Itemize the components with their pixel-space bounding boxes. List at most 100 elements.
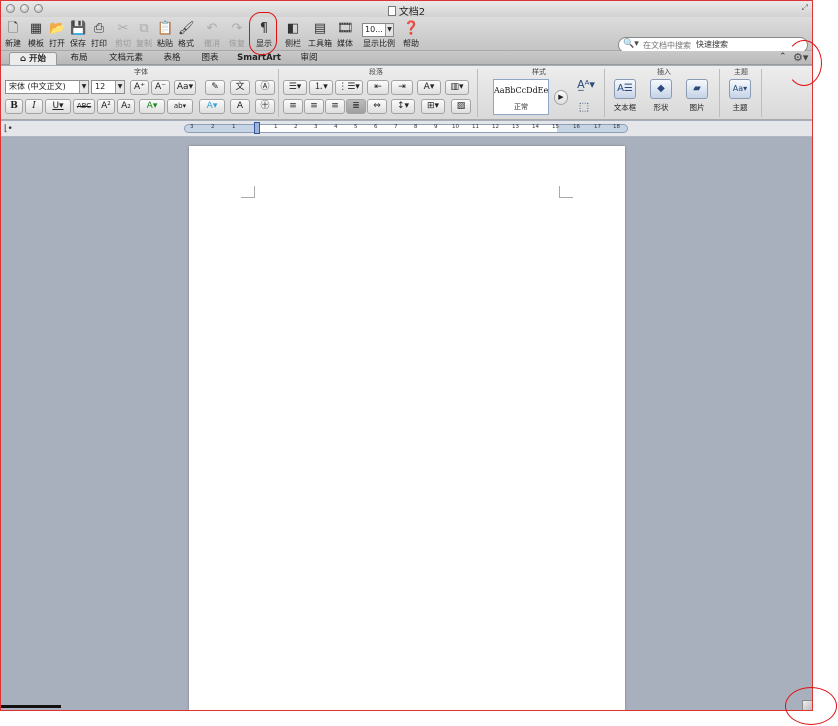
ruler-tick: 14 — [532, 124, 539, 130]
tab-charts[interactable]: 图表 — [193, 52, 227, 65]
collapse-ribbon-icon[interactable]: ⌃ — [779, 52, 787, 62]
picture-button[interactable]: ▰ 图片 — [681, 79, 713, 113]
font-name-select[interactable]: 宋体 (中文正文) ▼ — [5, 80, 89, 94]
font-size-select[interactable]: 12 ▼ — [91, 80, 125, 94]
show-formatting-button[interactable]: ¶ 显示 — [254, 21, 274, 51]
increase-indent-button[interactable]: ⇥ — [391, 80, 413, 95]
shapes-label: 形状 — [653, 103, 669, 112]
tab-stop-selector-icon[interactable]: ⌊• — [4, 124, 13, 134]
align-center-button[interactable]: ≡ — [304, 99, 324, 114]
tab-review[interactable]: 审阅 — [291, 52, 327, 65]
open-button[interactable]: 📂 打开 — [47, 21, 67, 51]
paste-button[interactable]: 📋 粘贴 — [155, 21, 175, 51]
shading-button[interactable]: ▨ — [451, 99, 471, 114]
horizontal-ruler[interactable]: 3 2 1 1 2 3 4 5 6 7 8 9 10 11 12 13 14 1… — [184, 122, 628, 134]
decrease-indent-button[interactable]: ⇤ — [367, 80, 389, 95]
text-box-button[interactable]: A☰ 文本框 — [609, 79, 641, 113]
undo-button[interactable]: ↶ 撤消 — [201, 21, 223, 51]
subscript-button[interactable]: A₂ — [117, 99, 135, 114]
phonetic-guide-button[interactable]: 文 — [230, 80, 250, 95]
bold-button[interactable]: B — [5, 99, 23, 114]
print-button[interactable]: ⎙ 打印 — [89, 21, 109, 51]
italic-button[interactable]: I — [25, 99, 43, 114]
subscript-icon: A₂ — [121, 101, 131, 111]
align-left-button[interactable]: ≡ — [283, 99, 303, 114]
help-button[interactable]: ❓ 帮助 — [401, 21, 421, 51]
tab-home[interactable]: ⌂ 开始 — [9, 52, 57, 65]
cut-button[interactable]: ✂ 剪切 — [113, 21, 133, 51]
themes-button[interactable]: Aa▾ 主题 — [723, 79, 757, 113]
text-box-icon: A☰ — [614, 79, 636, 99]
distributed-icon: ⇔ — [373, 101, 381, 111]
multilevel-list-button[interactable]: ⋮☰▾ — [335, 80, 363, 95]
redo-icon: ↷ — [231, 21, 243, 36]
borders-button[interactable]: ⊞▾ — [421, 99, 445, 114]
style-gallery[interactable]: AaBbCcDdEe 正常 — [493, 79, 549, 115]
line-spacing-button[interactable]: ↕▾ — [391, 99, 415, 114]
tab-smartart[interactable]: SmartArt — [231, 52, 287, 65]
ruler-tick: 15 — [552, 124, 559, 130]
tab-home-label: 开始 — [29, 54, 47, 64]
group-separator — [604, 69, 605, 117]
change-case-button[interactable]: Aa▾ — [174, 80, 196, 95]
document-canvas[interactable] — [1, 138, 812, 710]
zoom-select[interactable]: 10... ▼ — [362, 23, 394, 37]
align-right-button[interactable]: ≡ — [325, 99, 345, 114]
align-right-icon: ≡ — [331, 101, 339, 111]
new-button[interactable]: 🗋 新建 — [3, 21, 23, 51]
document-page[interactable] — [189, 146, 625, 710]
resize-grip-icon[interactable] — [802, 700, 812, 710]
text-direction-button[interactable]: A▾ — [417, 80, 441, 95]
ruler-tick: 3 — [190, 124, 194, 130]
tab-document-elements[interactable]: 文档元素 — [101, 52, 151, 65]
show-formatting-icon: ¶ — [259, 21, 269, 36]
numbering-button[interactable]: ⒈▾ — [309, 80, 333, 95]
chevron-down-icon: ▼ — [79, 81, 88, 93]
distributed-button[interactable]: ⇔ — [367, 99, 387, 114]
sidebar-button[interactable]: ◧ 侧栏 — [282, 21, 304, 51]
ruler-tick: 13 — [512, 124, 519, 130]
save-disk-icon: 💾 — [70, 21, 87, 36]
copy-button[interactable]: ⧉ 复制 — [134, 21, 154, 51]
template-button[interactable]: ▦ 模板 — [26, 21, 46, 51]
tab-layout[interactable]: 布局 — [61, 52, 97, 65]
character-shading-button[interactable]: A — [230, 99, 250, 114]
shapes-button[interactable]: ◆ 形状 — [645, 79, 677, 113]
styles-pane-button[interactable]: A̲ᴬ▾ — [575, 78, 597, 91]
redo-button[interactable]: ↷ 恢复 — [226, 21, 248, 51]
media-browser-button[interactable]: 🎞 媒体 — [335, 21, 355, 51]
manage-styles-button[interactable]: ⬚ — [575, 100, 593, 113]
grow-font-button[interactable]: A⁺ — [130, 80, 149, 95]
save-button[interactable]: 💾 保存 — [68, 21, 88, 51]
justify-button[interactable]: ≣ — [346, 99, 366, 114]
underline-icon: U▾ — [52, 101, 64, 111]
format-painter-button[interactable]: 🖌 格式 — [176, 21, 196, 51]
columns-button[interactable]: ▥▾ — [445, 80, 469, 95]
font-color-button[interactable]: A▾ — [139, 99, 165, 114]
strikethrough-button[interactable]: ABC — [73, 99, 95, 114]
group-separator — [719, 69, 720, 117]
manage-styles-icon: ⬚ — [578, 100, 590, 113]
tab-tables[interactable]: 表格 — [155, 52, 189, 65]
superscript-button[interactable]: A² — [97, 99, 115, 114]
underline-button[interactable]: U▾ — [45, 99, 71, 114]
text-effects-button[interactable]: A▾ — [199, 99, 225, 114]
character-border-button[interactable]: Ⓐ — [255, 80, 275, 95]
paste-label: 粘贴 — [157, 39, 173, 48]
shrink-font-button[interactable]: A⁻ — [151, 80, 170, 95]
toolbox-icon: ▤ — [313, 21, 327, 36]
bullets-button[interactable]: ☰▾ — [283, 80, 307, 95]
fullscreen-toggle-icon[interactable]: ⤢ — [802, 3, 808, 13]
gear-icon[interactable]: ⚙▾ — [793, 51, 808, 64]
style-gallery-next-button[interactable]: ▶ — [554, 90, 568, 105]
strikethrough-icon: ABC — [76, 102, 92, 110]
clear-formatting-button[interactable]: ✎ — [205, 80, 225, 95]
chevron-down-icon: ▼ — [115, 81, 124, 93]
highlight-button[interactable]: ab▾ — [167, 99, 193, 114]
search-icon: 🔍▾ — [623, 39, 639, 49]
enclose-characters-button[interactable]: ㊉ — [255, 99, 275, 114]
format-painter-label: 格式 — [178, 39, 194, 48]
toolbox-button[interactable]: ▤ 工具箱 — [307, 21, 333, 51]
indent-marker[interactable] — [254, 122, 260, 134]
decrease-indent-icon: ⇤ — [374, 82, 382, 92]
